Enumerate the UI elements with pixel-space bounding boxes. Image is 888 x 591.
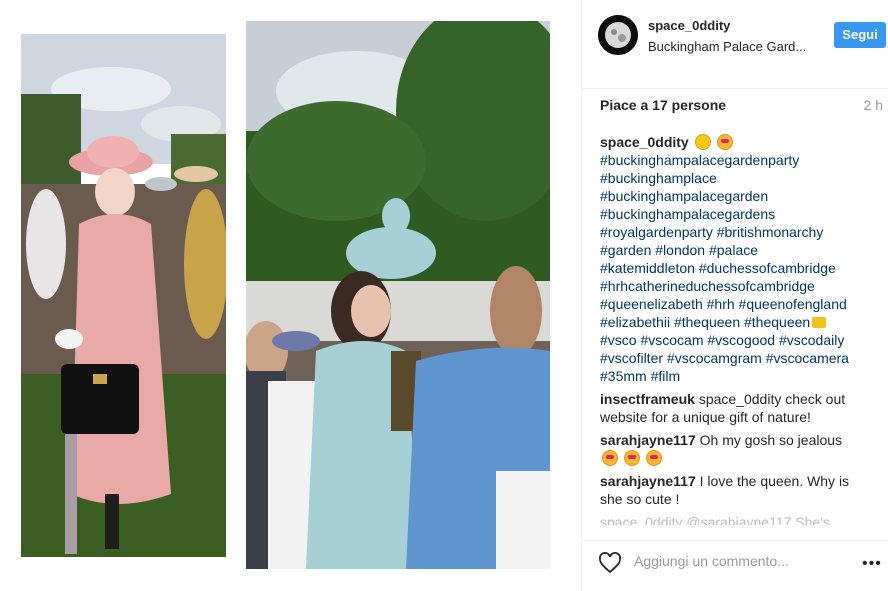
photo-queen[interactable]	[21, 34, 226, 557]
comment-bar: Aggiungi un commento... •••	[582, 540, 888, 591]
hashtag-line[interactable]: #buckinghampalacegardenparty	[600, 151, 870, 169]
hashtag-line[interactable]: #katemiddleton #duchessofcambridge	[600, 259, 870, 277]
comment-username[interactable]: insectframeuk	[600, 391, 695, 407]
hashtag-line[interactable]: #elizabethii #thequeen #thequeen	[600, 314, 810, 330]
heart-eyes-icon	[716, 134, 733, 150]
hashtag-line-with-crown: #elizabethii #thequeen #thequeen	[600, 313, 870, 331]
heart-eyes-icon	[602, 450, 618, 466]
comment-username[interactable]: sarahjayne117	[600, 432, 696, 448]
likes-row: Piace a 17 persone 2 h	[582, 88, 888, 122]
photo-duchess[interactable]	[246, 21, 550, 569]
more-options-icon[interactable]: •••	[862, 555, 882, 573]
hashtag-line[interactable]: #vsco #vscocam #vscogood #vscodaily	[600, 331, 870, 349]
comment-item: sarahjayne117 I love the queen. Why is s…	[600, 472, 870, 508]
hashtag-line[interactable]: #buckinghamplace	[600, 169, 870, 187]
heart-icon[interactable]	[598, 551, 622, 575]
post-location[interactable]: Buckingham Palace Gard...	[648, 39, 818, 54]
post-header: space_0ddity Buckingham Palace Gard... S…	[582, 0, 888, 72]
hashtag-line[interactable]: #35mm #film	[600, 367, 870, 385]
post-details-panel: space_0ddity Buckingham Palace Gard... S…	[581, 0, 888, 591]
hashtag-line[interactable]: #royalgardenparty #britishmonarchy	[600, 223, 870, 241]
comment-item: insectframeuk space_0ddity check out web…	[600, 390, 870, 426]
truncated-comment: space_0ddity @sarahjayne117 She's	[600, 514, 830, 525]
header-username[interactable]: space_0ddity	[648, 18, 730, 33]
hashtag-line[interactable]: #hrhcatherineduchessofcambridge	[600, 277, 870, 295]
post-media	[0, 0, 581, 591]
astonished-face-icon	[694, 134, 711, 150]
likes-count[interactable]: Piace a 17 persone	[600, 97, 726, 113]
add-comment-input[interactable]: Aggiungi un commento...	[634, 553, 789, 569]
hashtag-line[interactable]: #buckinghampalacegardens	[600, 205, 870, 223]
post-time[interactable]: 2 h	[864, 97, 883, 113]
crown-icon	[812, 317, 827, 328]
hashtag-line[interactable]: #queenelizabeth #hrh #queenofengland	[600, 295, 870, 313]
comment-item: sarahjayne117 Oh my gosh so jealous	[600, 431, 870, 467]
hashtags: #buckinghampalacegardenparty #buckingham…	[600, 151, 870, 385]
caption: space_0ddity #buckinghampalacegardenpart…	[600, 133, 870, 385]
comment-username[interactable]: sarahjayne117	[600, 473, 696, 489]
hashtag-line[interactable]: #buckinghampalacegarden	[600, 187, 870, 205]
avatar[interactable]	[598, 15, 638, 55]
comment-text: Oh my gosh so jealous	[699, 432, 843, 448]
hashtag-line[interactable]: #garden #london #palace	[600, 241, 870, 259]
comments-list: space_0ddity #buckinghampalacegardenpart…	[600, 133, 870, 525]
follow-button[interactable]: Segui	[834, 22, 886, 48]
caption-username[interactable]: space_0ddity	[600, 134, 689, 150]
heart-eyes-icon	[623, 450, 640, 466]
comment-emojis	[600, 449, 870, 467]
hashtag-line[interactable]: #vscofilter #vscocamgram #vscocamera	[600, 349, 870, 367]
heart-eyes-icon	[645, 450, 662, 466]
